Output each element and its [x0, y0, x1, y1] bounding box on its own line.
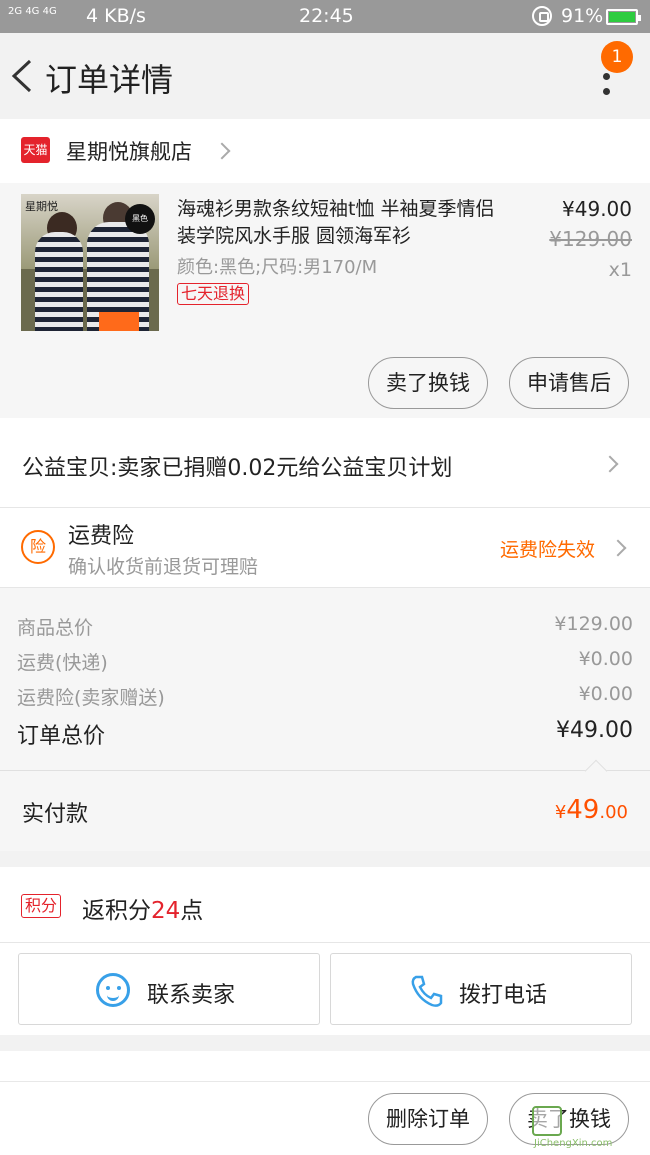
product-card[interactable]: 星期悦 黑色 海魂衫男款条纹短袖t恤 半袖夏季情侣装学院风水手服 圆领海军衫 颜…: [0, 183, 650, 418]
paid-label: 实付款: [22, 802, 89, 827]
chevron-right-icon: [213, 142, 231, 160]
order-total-label: 订单总价: [17, 724, 106, 749]
actual-payment-row: 实付款 ¥49.00: [0, 771, 650, 851]
notification-badge: 1: [601, 41, 633, 73]
battery-percent: 91%: [561, 5, 604, 27]
chevron-right-icon: [609, 539, 627, 557]
image-brand-text: 星期悦: [25, 200, 58, 213]
after-sale-button[interactable]: 申请售后: [509, 357, 629, 409]
chevron-right-icon: [601, 455, 619, 473]
network-speed: 4 KB/s: [86, 5, 146, 27]
summary-row: 运费(快递) ¥0.00: [17, 648, 633, 675]
summary-label: 运费(快递): [17, 652, 108, 674]
product-price: ¥49.00: [562, 197, 632, 221]
points-tag: 积分: [21, 894, 62, 918]
insurance-status: 运费险失效: [500, 539, 596, 561]
app-header: 订单详情 1: [0, 33, 650, 119]
summary-value: ¥129.00: [554, 613, 633, 635]
page-title: 订单详情: [45, 61, 174, 99]
summary-row: 运费险(卖家赠送) ¥0.00: [17, 683, 633, 710]
insurance-icon: 险: [21, 530, 55, 564]
original-price: ¥129.00: [549, 227, 632, 251]
shipping-insurance-row[interactable]: 险 运费险 确认收货前退货可理赔 运费险失效: [0, 508, 650, 588]
points-row: 积分 返积分24点: [0, 867, 650, 943]
order-total-value: ¥49.00: [556, 718, 633, 743]
order-total-row: 订单总价 ¥49.00: [17, 718, 633, 750]
product-spec: 颜色:黑色;尺码:男170/M: [177, 257, 378, 278]
watermark-site-text: JiChengXin.com: [534, 1138, 613, 1149]
call-phone-label: 拨打电话: [459, 983, 548, 1008]
partial-section: [0, 1051, 650, 1081]
image-color-tag: 黑色: [125, 204, 155, 234]
back-arrow-icon[interactable]: [8, 57, 36, 95]
rotation-lock-icon: [532, 6, 552, 26]
site-watermark: JiChengXin.com: [532, 1106, 650, 1150]
section-gap: [0, 1035, 650, 1051]
summary-value: ¥0.00: [578, 683, 633, 705]
signal-indicator: 2G 4G 4G: [8, 6, 57, 17]
chat-bubble-icon: [96, 973, 130, 1007]
battery-icon: [606, 9, 641, 25]
summary-label: 商品总价: [17, 617, 94, 639]
contact-seller-label: 联系卖家: [147, 983, 236, 1008]
call-phone-button[interactable]: 拨打电话: [330, 953, 632, 1025]
product-title: 海魂衫男款条纹短袖t恤 半袖夏季情侣装学院风水手服 圆领海军衫: [177, 198, 495, 247]
status-bar: 2G 4G 4G 4 KB/s 22:45 91%: [0, 0, 650, 33]
clock: 22:45: [299, 5, 354, 27]
shop-name: 星期悦旗舰店: [66, 140, 192, 164]
sell-for-cash-button[interactable]: 卖了换钱: [368, 357, 488, 409]
charity-text: 公益宝贝:卖家已捐赠0.02元给公益宝贝计划: [22, 456, 453, 481]
price-summary: 商品总价 ¥129.00 运费(快递) ¥0.00 运费险(卖家赠送) ¥0.0…: [0, 588, 650, 771]
return-policy-tag: 七天退换: [177, 283, 250, 305]
summary-row: 商品总价 ¥129.00: [17, 613, 633, 640]
delete-order-button[interactable]: 删除订单: [368, 1093, 488, 1145]
insurance-subtitle: 确认收货前退货可理赔: [68, 556, 259, 578]
shop-row[interactable]: 天猫 星期悦旗舰店: [0, 119, 650, 183]
charity-row[interactable]: 公益宝贝:卖家已捐赠0.02元给公益宝贝计划: [0, 418, 650, 508]
phone-icon: [411, 975, 443, 1007]
product-image[interactable]: 星期悦 黑色: [21, 194, 159, 331]
contact-seller-button[interactable]: 联系卖家: [18, 953, 320, 1025]
product-quantity: x1: [608, 259, 632, 281]
points-text: 返积分24点: [82, 898, 204, 924]
contact-row: 联系卖家 拨打电话: [0, 943, 650, 1035]
summary-label: 运费险(卖家赠送): [17, 687, 165, 709]
summary-value: ¥0.00: [578, 648, 633, 670]
tmall-logo: 天猫: [21, 137, 50, 163]
paid-amount: ¥49.00: [554, 795, 628, 825]
watermark-logo: [532, 1106, 562, 1136]
insurance-title: 运费险: [68, 524, 135, 549]
